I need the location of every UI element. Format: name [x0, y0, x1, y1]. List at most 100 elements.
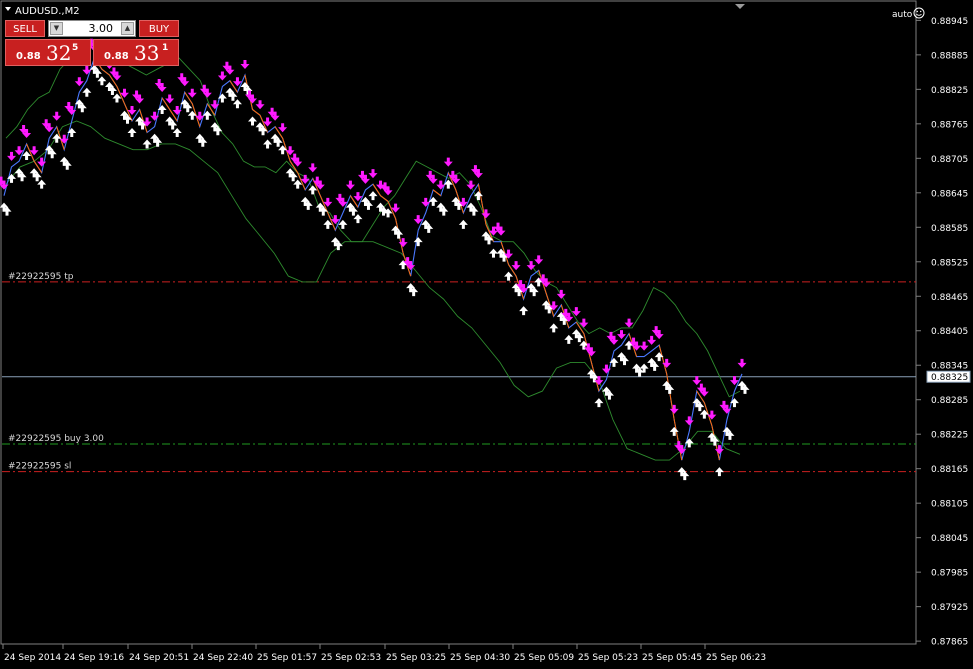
- x-tick-label: 25 Sep 01:57: [257, 653, 317, 663]
- tp-label: #22922595 tp: [8, 272, 74, 282]
- down-arrow-icon: [669, 404, 679, 414]
- scroll-marker-icon[interactable]: [735, 4, 745, 9]
- price-line: [3, 56, 743, 461]
- down-arrow-icon: [707, 410, 717, 420]
- up-arrow-icon: [248, 116, 258, 126]
- y-tick-label: 0.88465: [931, 293, 968, 303]
- down-arrow-icon: [52, 111, 62, 121]
- entry-label: #22922595 buy 3.00: [8, 434, 104, 444]
- x-tick-label: 24 Sep 20:51: [129, 653, 189, 663]
- down-arrow-icon: [684, 416, 694, 426]
- y-tick-label: 0.88585: [931, 224, 968, 234]
- volume-value[interactable]: 3.00: [89, 21, 114, 36]
- down-arrow-icon: [436, 180, 446, 190]
- price-down-segment: [101, 68, 110, 76]
- time-axis[interactable]: 24 Sep 2014 24 Sep 19:16 24 Sep 20:51 24 Se…: [2, 644, 766, 663]
- down-arrow-icon: [255, 100, 265, 110]
- down-arrow-icon: [647, 335, 657, 345]
- price-layer: [3, 56, 743, 461]
- y-tick-label: 0.88705: [931, 155, 968, 165]
- up-arrow-icon: [217, 93, 227, 103]
- price-down-segment: [432, 189, 442, 197]
- down-arrow-icon: [579, 318, 589, 328]
- price-down-segment: [673, 419, 683, 461]
- sell-price-button[interactable]: 0.88 32 5: [5, 39, 91, 66]
- volume-down-icon[interactable]: ▼: [50, 22, 63, 35]
- up-arrow-icon: [564, 334, 574, 344]
- sell-button[interactable]: SELL: [5, 20, 45, 37]
- x-tick-label: 25 Sep 05:09: [514, 653, 574, 663]
- price-down-segment: [380, 195, 389, 202]
- y-tick-label: 0.88945: [931, 17, 968, 27]
- x-tick-label: 25 Sep 04:30: [450, 653, 510, 663]
- down-arrow-icon: [421, 197, 431, 207]
- down-arrow-icon: [534, 255, 544, 265]
- down-arrow-icon: [240, 59, 250, 69]
- buy-price-sup: 1: [162, 43, 169, 53]
- up-arrow-icon: [157, 104, 167, 114]
- up-arrow-icon: [609, 357, 619, 367]
- x-tick-label: 24 Sep 19:16: [64, 653, 124, 663]
- x-tick-label: 25 Sep 02:53: [321, 653, 381, 663]
- price-axis[interactable]: 0.88945 0.88885 0.88825 0.88765 0.88705 0.886…: [916, 17, 968, 648]
- down-arrow-icon: [278, 123, 288, 133]
- y-tick-label: 0.88345: [931, 362, 968, 372]
- y-tick-label: 0.88765: [931, 120, 968, 130]
- bands-layer: [5, 39, 741, 461]
- sell-price-sup: 5: [72, 43, 79, 53]
- up-arrow-icon: [263, 139, 273, 149]
- down-arrow-icon: [74, 77, 84, 87]
- current-price-tag: 0.88325: [926, 370, 971, 383]
- up-arrow-icon: [519, 306, 529, 316]
- down-arrow-icon: [617, 330, 627, 340]
- down-arrow-icon: [345, 180, 355, 190]
- down-arrow-icon: [737, 358, 747, 368]
- up-arrow-icon: [714, 467, 724, 477]
- y-tick-label: 0.88645: [931, 189, 968, 199]
- buy-button[interactable]: BUY: [139, 20, 179, 37]
- x-tick-label: 25 Sep 03:25: [386, 653, 446, 663]
- down-arrow-icon: [7, 151, 17, 161]
- sell-price-prefix: 0.88: [16, 51, 41, 62]
- down-arrow-icon: [165, 94, 175, 104]
- up-arrow-icon: [82, 87, 92, 97]
- up-arrow-icon: [67, 127, 77, 137]
- sl-label: #22922595 sl: [8, 462, 71, 472]
- y-tick-label: 0.88225: [931, 431, 968, 441]
- down-arrow-icon: [511, 261, 521, 271]
- price-down-segment: [252, 109, 261, 116]
- down-arrow-icon: [481, 209, 491, 219]
- up-arrow-icon: [413, 237, 423, 247]
- y-tick-label: 0.87865: [931, 638, 968, 648]
- y-tick-label: 0.88405: [931, 327, 968, 337]
- up-arrow-icon: [127, 127, 137, 137]
- volume-field[interactable]: ▼ 3.00 ▲: [48, 20, 136, 37]
- current-price-text: 0.88325: [931, 373, 968, 383]
- up-arrow-icon: [729, 398, 739, 408]
- price-chart[interactable]: #22922595 tp #22922595 buy 3.00 #2292259…: [0, 0, 973, 669]
- x-tick-label: 25 Sep 05:23: [578, 653, 638, 663]
- down-arrow-icon: [187, 88, 197, 98]
- price-down-segment: [666, 373, 675, 420]
- auto-label: auto: [892, 10, 913, 20]
- buy-price-button[interactable]: 0.88 33 1: [93, 39, 179, 66]
- y-tick-label: 0.88525: [931, 258, 968, 268]
- symbol-title: AUDUSD.,M2: [15, 6, 80, 17]
- down-arrow-icon: [624, 318, 634, 328]
- buy-price-big: 33: [134, 41, 160, 65]
- arrows-layer: [0, 38, 750, 481]
- down-arrow-icon: [443, 157, 453, 167]
- y-tick-label: 0.87985: [931, 569, 968, 579]
- volume-up-icon[interactable]: ▲: [121, 22, 134, 35]
- y-tick-label: 0.88285: [931, 396, 968, 406]
- y-tick-label: 0.88885: [931, 51, 968, 61]
- up-arrow-icon: [504, 271, 514, 281]
- down-arrow-icon: [368, 169, 378, 179]
- y-tick-label: 0.88825: [931, 86, 968, 96]
- up-arrow-icon: [549, 323, 559, 333]
- y-tick-label: 0.88165: [931, 465, 968, 475]
- up-arrow-icon: [142, 139, 152, 149]
- title-arrow-icon: [5, 7, 11, 11]
- y-tick-label: 0.88105: [931, 500, 968, 510]
- y-tick-label: 0.88045: [931, 534, 968, 544]
